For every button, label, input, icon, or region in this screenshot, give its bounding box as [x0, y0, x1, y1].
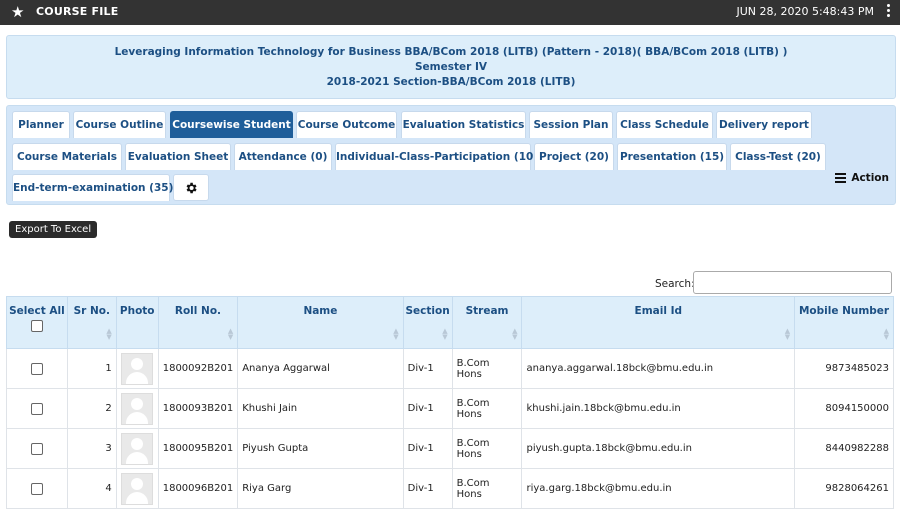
column-sr-no[interactable]: Sr No. ▲ ▼: [66, 296, 117, 349]
row-checkbox[interactable]: [30, 482, 43, 495]
tab-course-outline[interactable]: Course Outline: [73, 111, 166, 138]
sort-icon: ▲ ▼: [442, 327, 448, 341]
cell-stream: B.Com Hons: [451, 348, 523, 389]
action-label: Action: [851, 172, 889, 184]
cell-email: piyush.gupta.18bck@bmu.edu.in: [521, 428, 796, 469]
course-semester: Semester IV: [414, 61, 487, 73]
app-title: COURSE FILE: [36, 5, 119, 18]
sort-icon: ▲ ▼: [393, 327, 399, 341]
cell-name: Ananya Aggarwal: [237, 348, 404, 389]
column-stream[interactable]: Stream ▲ ▼: [451, 296, 523, 349]
cell-section: Div-1: [402, 468, 453, 509]
cell-section: Div-1: [402, 348, 453, 389]
settings-button[interactable]: [173, 174, 209, 201]
export-to-excel-button[interactable]: Export To Excel: [9, 221, 98, 238]
datetime-display: JUN 28, 2020 5:48:43 PM: [736, 5, 874, 18]
table-row: 3 1800095B201 Piyush Gupta Div-1 B.Com H…: [6, 428, 894, 469]
course-header: Leveraging Information Technology for Bu…: [6, 35, 896, 99]
table-row: 1 1800092B201 Ananya Aggarwal Div-1 B.Co…: [6, 348, 894, 389]
search-input[interactable]: [693, 271, 892, 294]
cell-sr-no: 1: [66, 348, 117, 389]
tab-end-term-examination[interactable]: End-term-examination (35): [12, 174, 173, 201]
cell-email: riya.garg.18bck@bmu.edu.in: [521, 468, 796, 509]
row-checkbox[interactable]: [30, 442, 43, 455]
tab-course-outcome[interactable]: Course Outcome: [296, 111, 397, 138]
kebab-icon[interactable]: [886, 3, 890, 21]
sort-icon: ▲ ▼: [883, 327, 889, 341]
column-select-all[interactable]: Select All: [6, 296, 68, 349]
cell-sr-no: 4: [66, 468, 117, 509]
tab-evaluation-statistics[interactable]: Evaluation Statistics: [401, 111, 526, 138]
table-row: 4 1800096B201 Riya Garg Div-1 B.Com Hons…: [6, 468, 894, 509]
sort-icon: ▲ ▼: [512, 327, 518, 341]
row-checkbox[interactable]: [30, 402, 43, 415]
tab-class-schedule[interactable]: Class Schedule: [616, 111, 713, 138]
hamburger-icon: [835, 171, 847, 185]
column-photo: Photo: [115, 296, 159, 349]
cell-email: ananya.aggarwal.18bck@bmu.edu.in: [521, 348, 796, 389]
select-all-checkbox[interactable]: [30, 320, 43, 332]
tab-delivery-report[interactable]: Delivery report: [716, 111, 812, 138]
cell-roll-no: 1800093B201: [157, 388, 239, 429]
course-section: 2018-2021 Section-BBA/BCom 2018 (LITB): [326, 76, 576, 88]
action-menu[interactable]: Action: [835, 171, 889, 185]
students-table: Select All Sr No. ▲ ▼ Photo Roll No. ▲ ▼ Nam…: [6, 296, 894, 509]
column-section[interactable]: Section ▲ ▼: [402, 296, 453, 349]
cell-roll-no: 1800095B201: [157, 428, 239, 469]
tab-session-plan[interactable]: Session Plan: [529, 111, 613, 138]
tab-presentation[interactable]: Presentation (15): [617, 143, 727, 170]
tab-coursewise-student[interactable]: Coursewise Student: [170, 111, 293, 138]
cell-mobile: 8440982288: [794, 428, 894, 469]
cell-section: Div-1: [402, 428, 453, 469]
tab-individual-class-participation[interactable]: Individual-Class-Participation (10): [335, 143, 538, 170]
sort-icon: ▲ ▼: [227, 327, 234, 341]
cell-stream: B.Com Hons: [451, 388, 523, 429]
cell-mobile: 8094150000: [794, 388, 894, 429]
column-name[interactable]: Name ▲ ▼: [237, 296, 404, 349]
search-label: Search:: [655, 278, 695, 290]
row-checkbox[interactable]: [30, 362, 43, 375]
tab-attendance[interactable]: Attendance (0): [234, 143, 332, 170]
tab-course-materials[interactable]: Course Materials: [12, 143, 122, 170]
cell-stream: B.Com Hons: [451, 468, 523, 509]
column-mobile[interactable]: Mobile Number ▲ ▼: [794, 296, 894, 349]
cell-name: Piyush Gupta: [237, 428, 404, 469]
tabs-panel: Planner Course Outline Coursewise Studen…: [6, 105, 896, 205]
user-silhouette-icon: [121, 352, 154, 385]
star-icon: ★: [11, 3, 25, 21]
gear-icon: [186, 182, 197, 194]
cell-roll-no: 1800096B201: [157, 468, 239, 509]
tab-class-test[interactable]: Class-Test (20): [730, 143, 826, 170]
top-bar: ★ COURSE FILE JUN 28, 2020 5:48:43 PM: [0, 0, 900, 25]
table-row: 2 1800093B201 Khushi Jain Div-1 B.Com Ho…: [6, 388, 894, 429]
sort-icon: ▲ ▼: [784, 327, 791, 341]
column-email[interactable]: Email Id ▲ ▼: [521, 296, 796, 349]
cell-stream: B.Com Hons: [451, 428, 523, 469]
cell-name: Riya Garg: [237, 468, 404, 509]
tab-evaluation-sheet[interactable]: Evaluation Sheet: [125, 143, 231, 170]
user-silhouette-icon: [121, 392, 154, 425]
column-roll-no[interactable]: Roll No. ▲ ▼: [157, 296, 239, 349]
cell-mobile: 9873485023: [794, 348, 894, 389]
cell-sr-no: 3: [66, 428, 117, 469]
cell-mobile: 9828064261: [794, 468, 894, 509]
cell-roll-no: 1800092B201: [157, 348, 239, 389]
cell-email: khushi.jain.18bck@bmu.edu.in: [521, 388, 796, 429]
tab-planner[interactable]: Planner: [12, 111, 70, 138]
user-silhouette-icon: [121, 472, 154, 505]
cell-sr-no: 2: [66, 388, 117, 429]
sort-icon: ▲ ▼: [106, 327, 112, 341]
tab-project[interactable]: Project (20): [534, 143, 614, 170]
cell-name: Khushi Jain: [237, 388, 404, 429]
table-header-row: Select All Sr No. ▲ ▼ Photo Roll No. ▲ ▼ Nam…: [6, 296, 894, 349]
course-title: Leveraging Information Technology for Bu…: [114, 46, 788, 58]
cell-section: Div-1: [402, 388, 453, 429]
user-silhouette-icon: [121, 432, 154, 465]
